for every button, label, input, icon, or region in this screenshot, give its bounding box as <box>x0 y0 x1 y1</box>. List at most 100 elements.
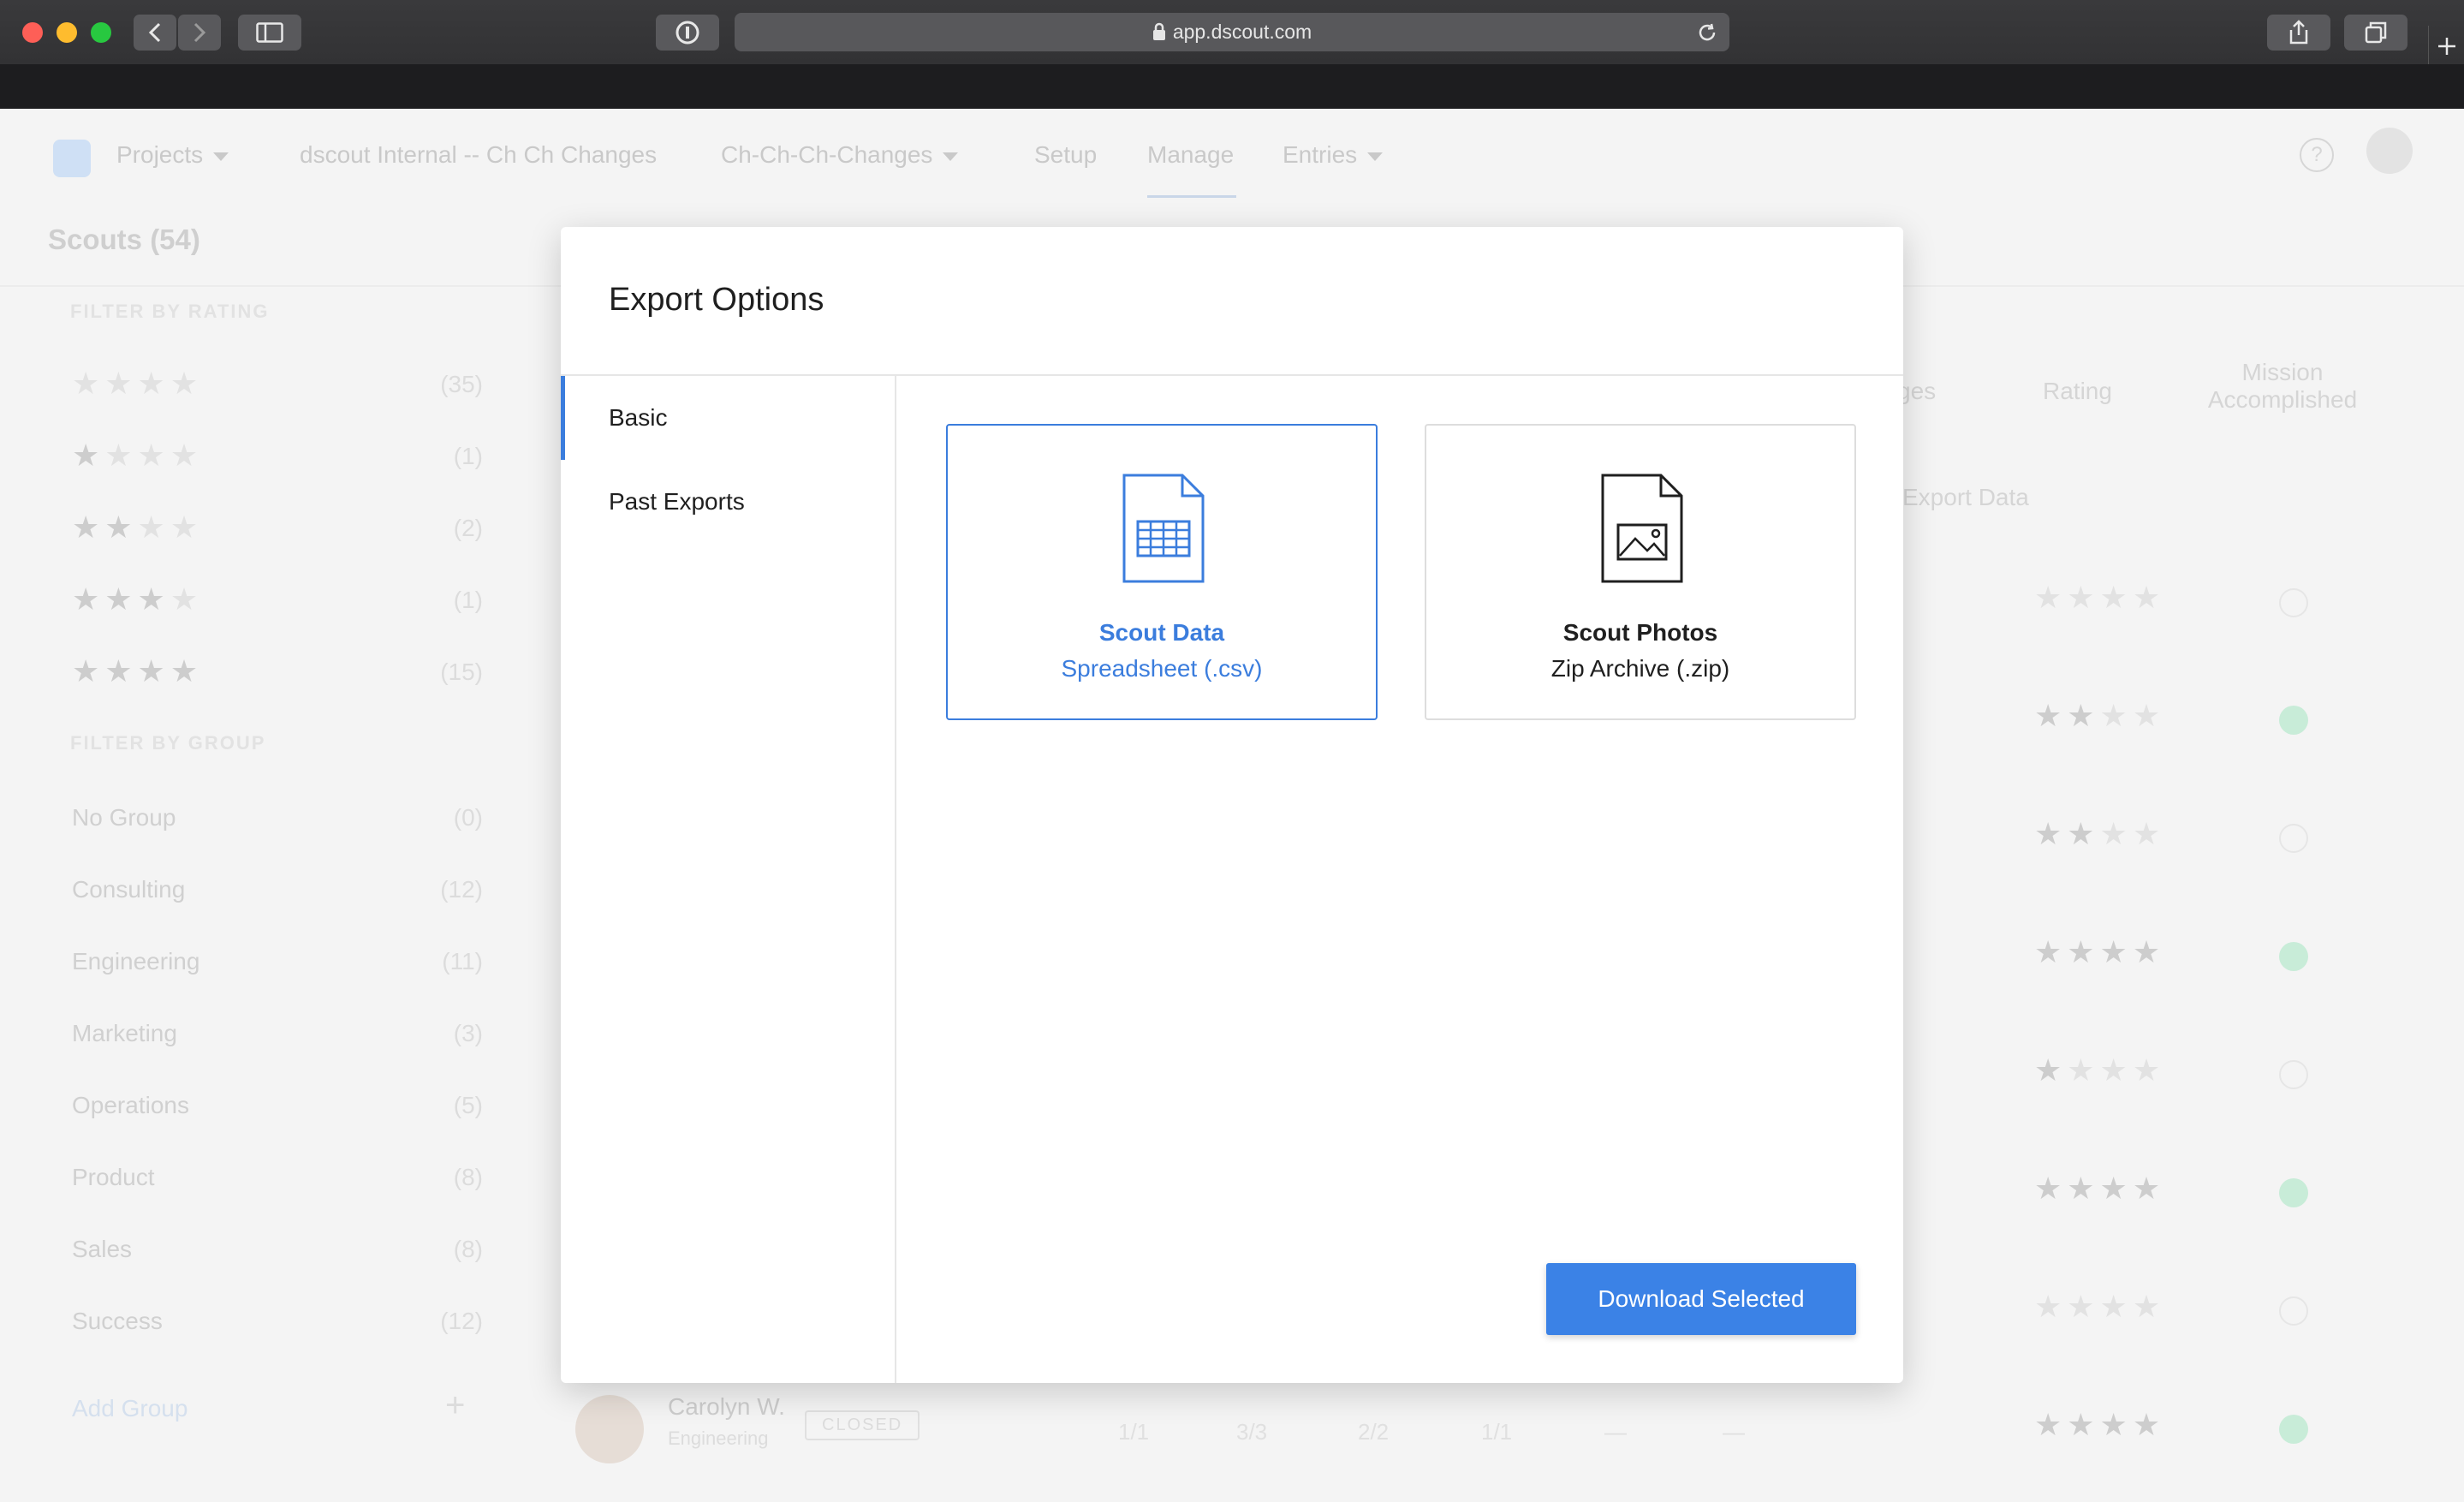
nav-active-indicator <box>1147 195 1236 198</box>
mission-check-icon <box>2279 1060 2308 1089</box>
rating-filter-heading: FILTER BY RATING <box>70 301 270 322</box>
top-nav: Projects dscout Internal -- Ch Ch Change… <box>0 109 2464 203</box>
sidebar-icon <box>256 22 283 43</box>
password-key-icon <box>676 21 699 45</box>
rating-count: (2) <box>453 515 483 541</box>
mission-check-icon <box>2279 1415 2308 1444</box>
table-cell: 1/1 <box>1118 1419 1150 1445</box>
spreadsheet-file-icon <box>1122 474 1205 583</box>
group-count: (12) <box>440 876 483 903</box>
row-rating: ★★★★ <box>2034 934 2166 969</box>
close-window-button[interactable] <box>22 22 43 43</box>
group-filter-item[interactable]: Sales (8) <box>72 1236 483 1263</box>
tab-basic[interactable]: Basic <box>561 376 895 460</box>
scout-data-option[interactable]: Scout Data Spreadsheet (.csv) <box>946 424 1378 720</box>
mission-check-icon <box>2279 942 2308 971</box>
modal-title: Export Options <box>609 282 824 318</box>
option-title: Scout Photos <box>1562 619 1718 646</box>
image-file-icon <box>1601 474 1683 583</box>
group-label: Marketing <box>72 1020 177 1046</box>
export-data-link[interactable]: Export Data <box>1902 484 2029 511</box>
nav-entries[interactable]: Entries <box>1283 141 1384 169</box>
group-filter-item[interactable]: Engineering (11) <box>72 948 483 975</box>
rating-count: (1) <box>453 443 483 469</box>
group-filter-item[interactable]: Product (8) <box>72 1164 483 1191</box>
nav-setup[interactable]: Setup <box>1034 141 1097 169</box>
modal-sidebar-divider <box>895 376 896 1383</box>
group-filter-item[interactable]: Marketing (3) <box>72 1020 483 1047</box>
download-selected-button[interactable]: Download Selected <box>1546 1263 1856 1335</box>
add-group-link[interactable]: Add Group <box>72 1395 187 1422</box>
row-rating: ★★★★ <box>2034 1407 2166 1442</box>
column-header-rating[interactable]: Rating <box>2043 378 2112 405</box>
dscout-logo[interactable] <box>53 140 91 177</box>
caret-down-icon <box>943 152 959 161</box>
nav-entries-label: Entries <box>1283 141 1358 168</box>
option-subtitle: Spreadsheet (.csv) <box>1061 655 1263 682</box>
sidebar-toggle-button[interactable] <box>238 15 301 51</box>
scout-group: Engineering <box>668 1427 769 1449</box>
nav-project-name[interactable]: dscout Internal -- Ch Ch Changes <box>300 141 657 169</box>
scout-name[interactable]: Carolyn W. <box>668 1393 785 1421</box>
minimize-window-button[interactable] <box>57 22 77 43</box>
group-filter-item[interactable]: No Group (0) <box>72 804 483 831</box>
column-header-mission[interactable]: Mission Accomplished <box>2205 359 2360 414</box>
browser-toolbar: app.dscout.com <box>0 0 2464 64</box>
plus-icon <box>2438 38 2455 55</box>
tab-past-exports[interactable]: Past Exports <box>561 460 895 544</box>
scout-avatar[interactable] <box>575 1395 644 1463</box>
group-count: (5) <box>453 1092 483 1118</box>
rating-filter-2[interactable]: ★★★★ <box>72 510 203 545</box>
rating-filter-1[interactable]: ★★★★ <box>72 438 203 474</box>
status-badge: CLOSED <box>805 1410 920 1440</box>
mission-check-icon <box>2279 588 2308 617</box>
table-cell: 1/1 <box>1481 1419 1513 1445</box>
group-count: (8) <box>453 1236 483 1262</box>
back-button[interactable] <box>134 15 176 51</box>
share-button[interactable] <box>2267 15 2330 51</box>
scout-photos-option[interactable]: Scout Photos Zip Archive (.zip) <box>1425 424 1856 720</box>
caret-down-icon <box>1367 152 1384 161</box>
group-count: (0) <box>453 804 483 831</box>
table-cell: 2/2 <box>1358 1419 1390 1445</box>
reload-icon[interactable] <box>1697 22 1717 43</box>
address-bar[interactable]: app.dscout.com <box>735 13 1729 51</box>
nav-mission[interactable]: Ch-Ch-Ch-Changes <box>721 141 959 169</box>
forward-button[interactable] <box>178 15 221 51</box>
rating-filter-all[interactable]: ★★★★ <box>72 366 203 402</box>
table-cell: — <box>1723 1419 1745 1445</box>
user-avatar[interactable] <box>2366 128 2413 174</box>
group-label: Success <box>72 1308 163 1334</box>
group-count: (12) <box>440 1308 483 1334</box>
group-label: Product <box>72 1164 155 1190</box>
new-tab-button[interactable] <box>2428 26 2464 64</box>
nav-projects-label: Projects <box>116 141 204 168</box>
zoom-window-button[interactable] <box>91 22 111 43</box>
group-count: (3) <box>453 1020 483 1046</box>
group-count: (11) <box>442 948 483 975</box>
group-label: Sales <box>72 1236 133 1262</box>
group-label: No Group <box>72 804 176 831</box>
rating-filter-4[interactable]: ★★★★ <box>72 653 203 689</box>
group-filter-item[interactable]: Operations (5) <box>72 1092 483 1119</box>
nav-manage[interactable]: Manage <box>1147 141 1234 169</box>
mission-check-icon <box>2279 824 2308 853</box>
export-options-modal: Export Options Basic Past Exports Scout … <box>561 227 1903 1383</box>
nav-mission-label: Ch-Ch-Ch-Changes <box>721 141 933 168</box>
group-filter-item[interactable]: Success (12) <box>72 1308 483 1335</box>
option-subtitle: Zip Archive (.zip) <box>1550 655 1730 682</box>
add-group-plus-icon[interactable]: + <box>445 1386 465 1425</box>
chevron-right-icon <box>193 22 206 43</box>
nav-projects[interactable]: Projects <box>116 141 229 169</box>
password-manager-button[interactable] <box>656 15 719 51</box>
rating-filter-3[interactable]: ★★★★ <box>72 581 203 617</box>
group-label: Consulting <box>72 876 186 903</box>
mission-check-icon <box>2279 1178 2308 1207</box>
row-rating: ★★★★ <box>2034 1289 2166 1324</box>
group-filter-item[interactable]: Consulting (12) <box>72 876 483 903</box>
chevron-left-icon <box>148 22 161 43</box>
tabs-overview-button[interactable] <box>2344 15 2407 51</box>
group-filter-heading: FILTER BY GROUP <box>70 732 266 754</box>
group-count: (8) <box>453 1164 483 1190</box>
help-icon[interactable]: ? <box>2300 138 2334 172</box>
